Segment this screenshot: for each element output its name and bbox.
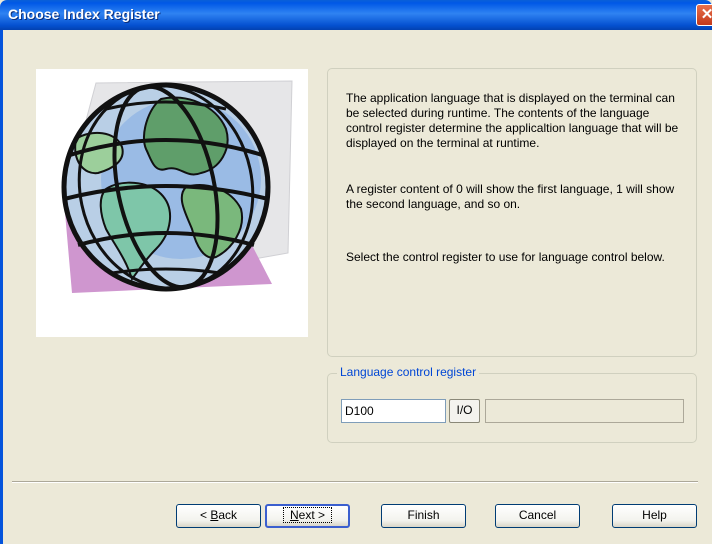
description-paragraph-3: Select the control register to use for l… bbox=[346, 250, 665, 264]
description-paragraph-2: A register content of 0 will show the fi… bbox=[346, 182, 675, 211]
window-border bbox=[0, 30, 3, 544]
next-button[interactable]: Next > bbox=[265, 504, 350, 528]
cancel-button-label: Cancel bbox=[518, 508, 557, 522]
description-paragraph-1: The application language that is display… bbox=[346, 91, 679, 150]
finish-button[interactable]: Finish bbox=[381, 504, 466, 528]
help-button-label: Help bbox=[642, 508, 667, 522]
close-button[interactable]: ✕ bbox=[696, 4, 712, 26]
io-button[interactable]: I/O bbox=[449, 399, 480, 423]
language-control-register-group: Language control register I/O bbox=[327, 365, 697, 443]
io-button-label: I/O bbox=[456, 403, 473, 417]
help-button[interactable]: Help bbox=[612, 504, 697, 528]
description-panel: The application language that is display… bbox=[327, 68, 697, 357]
window-title: Choose Index Register bbox=[8, 6, 160, 22]
title-bar: Choose Index Register ✕ bbox=[0, 0, 712, 30]
register-display-field bbox=[485, 399, 684, 423]
next-button-mnemonic: N bbox=[289, 508, 299, 522]
cancel-button[interactable]: Cancel bbox=[495, 504, 580, 528]
back-button-prefix: < bbox=[199, 508, 211, 522]
register-input[interactable] bbox=[341, 399, 446, 423]
next-button-label: ext > bbox=[298, 508, 326, 522]
register-group-label: Language control register bbox=[337, 365, 480, 379]
close-icon: ✕ bbox=[700, 6, 712, 23]
back-button-label: ack bbox=[218, 508, 238, 522]
back-button[interactable]: < Back bbox=[176, 504, 261, 528]
finish-button-label: Finish bbox=[407, 508, 440, 522]
globe-illustration-icon bbox=[36, 69, 308, 337]
button-divider bbox=[12, 481, 698, 483]
next-button-focus: Next > bbox=[282, 507, 333, 523]
